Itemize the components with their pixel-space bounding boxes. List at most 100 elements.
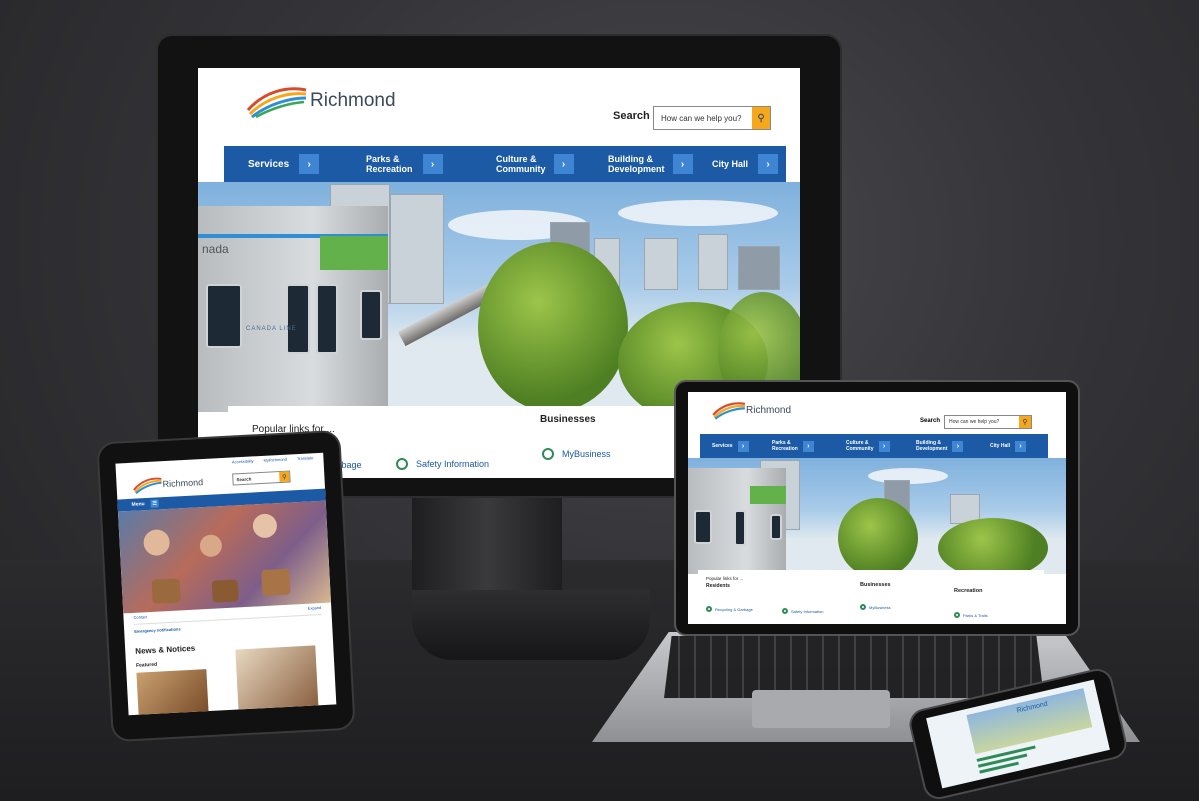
link-label: MyBusiness — [869, 604, 891, 610]
nav-item-services[interactable]: Services › — [248, 154, 320, 174]
nav-item-parks[interactable]: Parks & Recreation › — [772, 440, 814, 452]
featured-image[interactable] — [235, 645, 319, 710]
search-label: Search — [920, 418, 941, 424]
news-heading: News & Notices — [135, 643, 196, 656]
nav-label: Services — [712, 443, 733, 449]
utility-bar: Accessibility MyRichmond Translate — [115, 453, 323, 473]
nav-item-parks[interactable]: Parks & Recreation › — [366, 154, 443, 174]
popular-links-panel: Popular links for ... Residents Business… — [698, 570, 1044, 624]
nav-label: Development — [916, 446, 948, 452]
emergency-label: Emergency notifications — [134, 626, 181, 634]
laptop-trackpad — [752, 690, 890, 728]
nav-label: Parks & — [366, 154, 400, 164]
search-input[interactable]: Search ⚲ — [232, 470, 291, 486]
train-brand-text: nada — [202, 242, 229, 256]
site-brand: Richmond — [310, 90, 396, 111]
search-input[interactable]: How can we help you? ⚲ — [944, 415, 1032, 429]
search-placeholder: How can we help you? — [949, 419, 1000, 425]
featured-image[interactable] — [136, 669, 209, 715]
nav-label: Community — [496, 164, 546, 174]
nav-label: Community — [846, 446, 874, 452]
laptop-site: Richmond Search How can we help you? ⚲ S… — [688, 392, 1066, 624]
tablet: Accessibility MyRichmond Translate Richm… — [98, 431, 354, 741]
businesses-heading: Businesses — [540, 414, 596, 425]
link-label: Parks & Trails — [963, 612, 988, 618]
link-label: Safety Information — [791, 608, 824, 614]
search-placeholder: Search — [236, 476, 252, 482]
nav-label: Culture & — [496, 154, 537, 164]
chevron-right-icon: › — [422, 154, 443, 174]
monitor-base — [412, 590, 650, 660]
nav-item-city-hall[interactable]: City Hall › — [712, 154, 779, 174]
chevron-right-icon: › — [758, 154, 779, 174]
nav-label: Recreation — [772, 446, 798, 452]
link-label: Safety Information — [416, 459, 490, 469]
nav-item-building[interactable]: Building & Development › — [916, 440, 964, 452]
nav-item-city-hall[interactable]: City Hall › — [990, 440, 1027, 452]
residents-heading: Residents — [706, 583, 730, 589]
nav-label: Development — [608, 164, 665, 174]
chevron-right-icon: › — [299, 154, 320, 174]
search-icon[interactable]: ⚲ — [279, 471, 290, 483]
nav-label: City Hall — [990, 443, 1011, 449]
richmond-swoosh-icon — [712, 402, 746, 420]
search-placeholder: How can we help you? — [661, 113, 742, 123]
search-label: Search — [613, 110, 650, 122]
menu-icon: ☰ — [150, 499, 159, 508]
site-logo[interactable]: Richmond — [246, 84, 396, 118]
popular-link-safety[interactable]: Safety Information — [782, 608, 823, 614]
menu-button[interactable]: Menu — [117, 501, 144, 508]
popular-link-parks[interactable]: Parks & Trails — [954, 612, 988, 618]
nav-item-services[interactable]: Services › — [712, 440, 749, 452]
recreation-heading: Recreation — [954, 588, 983, 594]
laptop-keyboard — [664, 636, 1044, 698]
richmond-swoosh-icon — [246, 87, 307, 118]
tablet-site: Accessibility MyRichmond Translate Richm… — [115, 452, 337, 716]
businesses-heading: Businesses — [860, 582, 891, 588]
nav-item-building[interactable]: Building & Development › — [608, 154, 693, 174]
utility-link[interactable]: Accessibility — [232, 458, 254, 464]
utility-link[interactable]: MyRichmond — [263, 457, 287, 463]
popular-link-mybusiness[interactable]: MyBusiness — [542, 448, 611, 460]
site-logo[interactable]: Richmond — [712, 400, 791, 420]
briefcase-icon — [860, 604, 866, 610]
popular-link-mybusiness[interactable]: MyBusiness — [860, 604, 891, 610]
chevron-right-icon: › — [802, 440, 814, 452]
main-nav: Services › Parks & Recreation › Culture … — [224, 146, 786, 182]
site-brand: Richmond — [162, 477, 204, 490]
train-line-text: CANADA LINE — [246, 326, 297, 332]
nav-label: Services — [248, 158, 290, 170]
site-logo[interactable]: Richmond — [132, 473, 203, 495]
search-icon[interactable]: ⚲ — [752, 107, 770, 129]
chevron-right-icon: › — [553, 154, 574, 174]
popular-link-garbage[interactable]: Recycling & Garbage — [706, 606, 753, 612]
hero-image-drummers — [117, 500, 332, 614]
laptop: Richmond Search How can we help you? ⚲ S… — [676, 382, 1078, 634]
chevron-right-icon: › — [952, 440, 964, 452]
search-input[interactable]: How can we help you? ⚲ — [653, 106, 771, 130]
featured-label: Featured — [135, 661, 158, 669]
briefcase-icon — [542, 448, 554, 460]
nav-item-culture[interactable]: Culture & Community › — [496, 154, 574, 174]
popular-links-title: Popular links for ... — [706, 576, 744, 581]
chevron-right-icon: › — [737, 440, 749, 452]
train-image — [688, 468, 786, 574]
richmond-swoosh-icon — [133, 477, 162, 495]
search-icon[interactable]: ⚲ — [1019, 416, 1031, 428]
nav-label: City Hall — [712, 159, 749, 169]
chevron-right-icon: › — [1015, 440, 1027, 452]
recycle-icon — [706, 606, 712, 612]
chevron-right-icon: › — [672, 154, 693, 174]
train-image: nada CANADA LINE — [198, 206, 388, 412]
nav-label: Building & — [608, 154, 653, 164]
tree-icon — [954, 612, 960, 618]
expand-label: Expand — [307, 605, 322, 611]
shield-icon — [782, 608, 788, 614]
popular-link-safety[interactable]: Safety Information — [396, 458, 489, 470]
site-brand: Richmond — [746, 404, 792, 416]
link-label: MyBusiness — [562, 449, 611, 459]
nav-item-culture[interactable]: Culture & Community › — [846, 440, 890, 452]
utility-link[interactable]: Translate — [297, 455, 314, 461]
hero-image: nada CANADA LINE — [198, 182, 800, 412]
chevron-right-icon: › — [878, 440, 890, 452]
